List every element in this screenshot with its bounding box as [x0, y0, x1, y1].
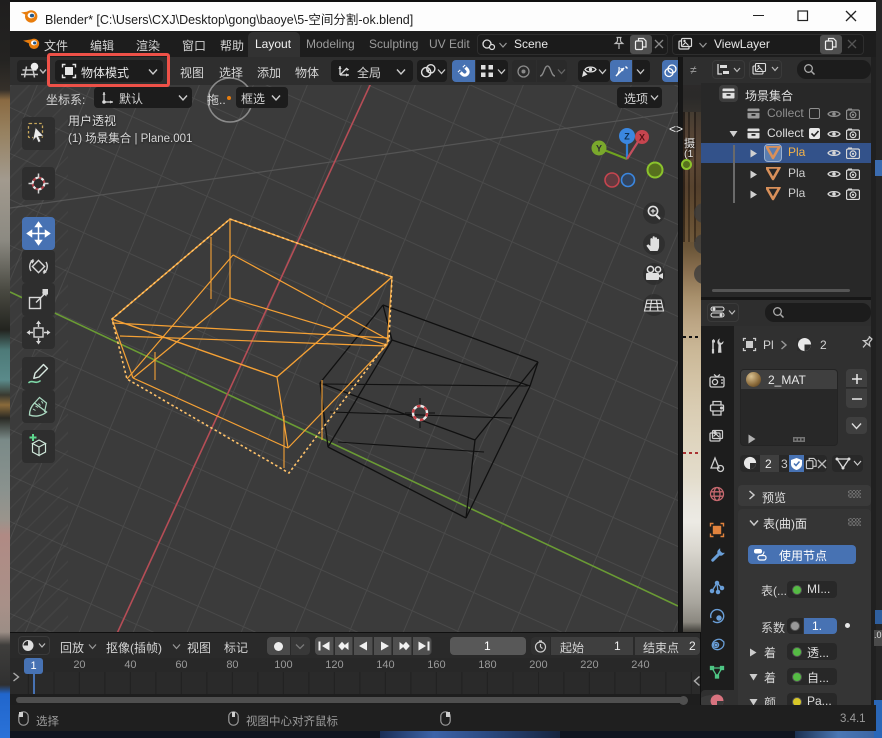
- svg-text:Y: Y: [596, 144, 602, 154]
- svg-text:Z: Z: [624, 132, 630, 142]
- svg-text:X: X: [639, 133, 645, 143]
